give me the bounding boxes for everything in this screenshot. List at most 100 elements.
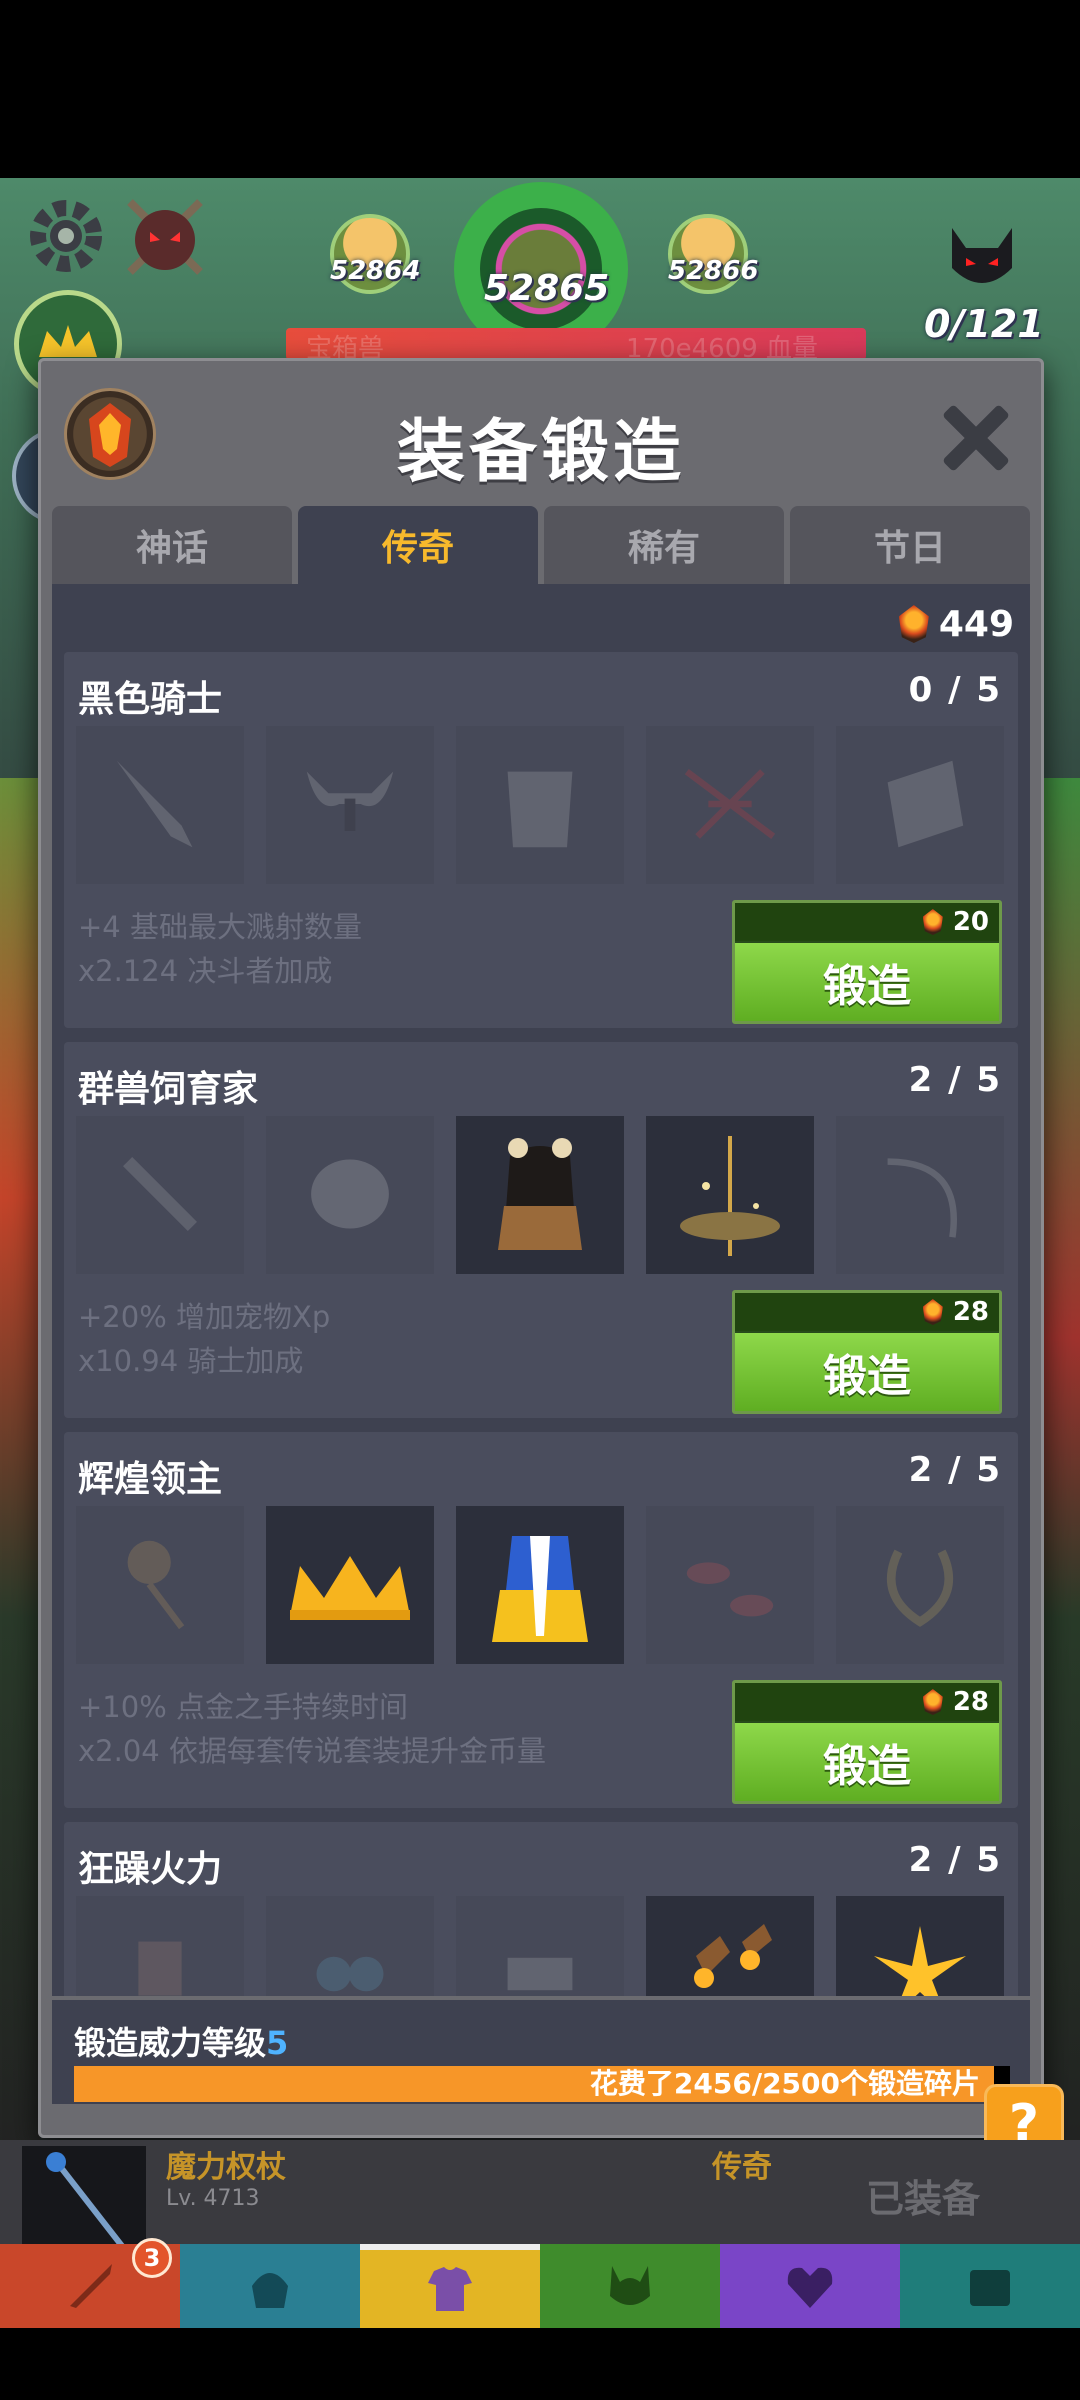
helmet-icon <box>252 2273 288 2308</box>
dialog-title: 装备锻造 <box>396 413 685 492</box>
golden-rose-icon <box>127 1540 185 1630</box>
tab-holiday[interactable]: 节日 <box>790 506 1030 584</box>
system-navigation-area <box>0 2328 1080 2400</box>
cannon-icon <box>507 1957 573 1991</box>
item-slot[interactable] <box>76 1896 244 1996</box>
equipped-item-bar[interactable]: 魔力权杖 Lv. 4713 传奇 已装备 <box>0 2140 1080 2250</box>
forge-power-level: 5 <box>266 2024 289 2062</box>
set-items <box>76 726 1004 884</box>
item-slot[interactable] <box>646 726 814 884</box>
close-button[interactable] <box>940 402 1010 472</box>
beast-hood-icon <box>311 1159 389 1229</box>
set-name: 群兽饲育家 <box>78 1069 259 1110</box>
spiked-club-icon <box>123 1157 197 1231</box>
set-items <box>76 1506 1004 1664</box>
forge-power-label-text: 锻造威力等级 <box>74 2024 267 2062</box>
golden-aura-icon <box>680 1136 780 1256</box>
tab-mythic[interactable]: 神话 <box>52 506 292 584</box>
tab-rare[interactable]: 稀有 <box>544 506 784 584</box>
item-slot[interactable] <box>456 1896 624 1996</box>
horned-helmet-icon <box>306 771 394 831</box>
rarity-tabs: 神话 传奇 稀有 节日 <box>52 506 1030 584</box>
item-slot[interactable] <box>646 1896 814 1996</box>
forge-cost: 20 <box>735 903 999 941</box>
top-hat-icon <box>138 1941 182 1996</box>
demon-icon-button[interactable] <box>942 218 1022 298</box>
set-name: 辉煌领主 <box>78 1459 223 1500</box>
laurel-icon <box>886 1549 954 1627</box>
goggles-icon <box>316 1956 384 1992</box>
item-slot[interactable] <box>456 1116 624 1274</box>
settings-button[interactable] <box>22 192 110 280</box>
forge-cost: 28 <box>735 1293 999 1331</box>
boss-hp-bar: 宝箱兽 170e4609 血量 <box>286 328 866 364</box>
forge-button[interactable]: 锻造 <box>735 1723 999 1801</box>
equipment-forge-dialog: 装备锻造 神话 传奇 稀有 节日 449 黑色骑士 0 / 5 +4 基础最大溅… <box>38 358 1044 2138</box>
item-slot[interactable] <box>836 726 1004 884</box>
broadsword-icon <box>116 760 193 848</box>
equipped-item-rarity: 传奇 <box>712 2150 772 2185</box>
set-list[interactable]: 449 黑色骑士 0 / 5 +4 基础最大溅射数量 x2.124 决斗者加成 … <box>52 584 1030 1996</box>
prev-stage-number: 52864 <box>330 256 421 286</box>
item-slot[interactable] <box>836 1506 1004 1664</box>
bottom-navigation: 3 <box>0 2238 1080 2328</box>
nav-tab-equipment[interactable] <box>360 2244 540 2328</box>
nav-tab-artifacts[interactable] <box>720 2244 900 2328</box>
item-slot[interactable] <box>76 726 244 884</box>
tab-legendary[interactable]: 传奇 <box>298 506 538 584</box>
set-bonus-2: x2.04 依据每套传说套装提升金币量 <box>78 1734 546 1768</box>
demon-face-icon <box>952 228 1012 283</box>
set-progress: 2 / 5 <box>908 1450 1002 1490</box>
item-slot[interactable] <box>76 1506 244 1664</box>
nav-tab-heroes[interactable] <box>180 2244 360 2328</box>
petals-icon <box>686 1562 774 1617</box>
item-slot[interactable] <box>266 1896 434 1996</box>
forge-button[interactable]: 锻造 <box>735 943 999 1021</box>
set-bonus-1: +20% 增加宠物Xp <box>78 1300 331 1334</box>
next-stage-number: 52866 <box>668 256 759 286</box>
equipped-item-thumbnail <box>22 2146 146 2250</box>
forge-button[interactable]: 锻造 <box>735 1333 999 1411</box>
chest-icon <box>970 2270 1010 2306</box>
item-slot[interactable] <box>266 1116 434 1274</box>
set-card-beast-breeder: 群兽饲育家 2 / 5 +20% 增加宠物Xp x10.94 骑士加成 28 锻… <box>64 1042 1018 1418</box>
heart-icon <box>787 2267 833 2308</box>
item-slot[interactable] <box>836 1896 1004 1996</box>
left-edge-scenery <box>0 778 40 2178</box>
nav-tab-weapons[interactable]: 3 <box>0 2238 180 2328</box>
item-slot[interactable] <box>76 1116 244 1274</box>
forge-cost-box: 20 锻造 <box>732 900 1002 1024</box>
item-slot[interactable] <box>456 1506 624 1664</box>
forge-power-progress-text: 花费了2456/2500个锻造碎片 <box>589 2067 980 2100</box>
beast-armor-icon <box>498 1138 582 1250</box>
equipped-item-name: 魔力权杖 <box>166 2150 286 2185</box>
item-slot[interactable] <box>266 1506 434 1664</box>
clan-raid-button[interactable] <box>120 192 210 282</box>
set-items <box>76 1116 1004 1274</box>
item-slot[interactable] <box>836 1116 1004 1274</box>
armor-icon <box>428 2267 472 2311</box>
nav-tab-shop[interactable] <box>900 2244 1080 2328</box>
forge-power-progress: 花费了2456/2500个锻造碎片 <box>74 2066 1010 2102</box>
item-slot[interactable] <box>646 1116 814 1274</box>
set-bonus-2: x10.94 骑士加成 <box>78 1344 304 1378</box>
set-bonus-1: +4 基础最大溅射数量 <box>78 910 362 944</box>
sword-icon <box>70 2264 112 2308</box>
item-slot[interactable] <box>266 726 434 884</box>
item-slot[interactable] <box>456 726 624 884</box>
forge-shard-icon <box>922 1299 943 1325</box>
nav-tab-pets[interactable] <box>540 2244 720 2328</box>
shard-balance: 449 <box>898 594 1014 654</box>
forge-shard-icon <box>922 1689 943 1715</box>
equipped-status: 已装备 <box>866 2177 981 2221</box>
set-card-berserk-firepower: 狂躁火力 2 / 5 <box>64 1822 1018 1996</box>
item-slot[interactable] <box>646 1506 814 1664</box>
current-stage-number: 52865 <box>484 268 610 309</box>
equipped-item-level: Lv. 4713 <box>166 2186 260 2211</box>
set-name: 黑色骑士 <box>78 679 223 720</box>
horned-helmet-icon <box>610 2266 650 2305</box>
set-progress: 0 / 5 <box>908 670 1002 710</box>
demon-shield-icon <box>127 199 203 275</box>
forge-cost-box: 28 锻造 <box>732 1290 1002 1414</box>
set-bonus-2: x2.124 决斗者加成 <box>78 954 333 988</box>
